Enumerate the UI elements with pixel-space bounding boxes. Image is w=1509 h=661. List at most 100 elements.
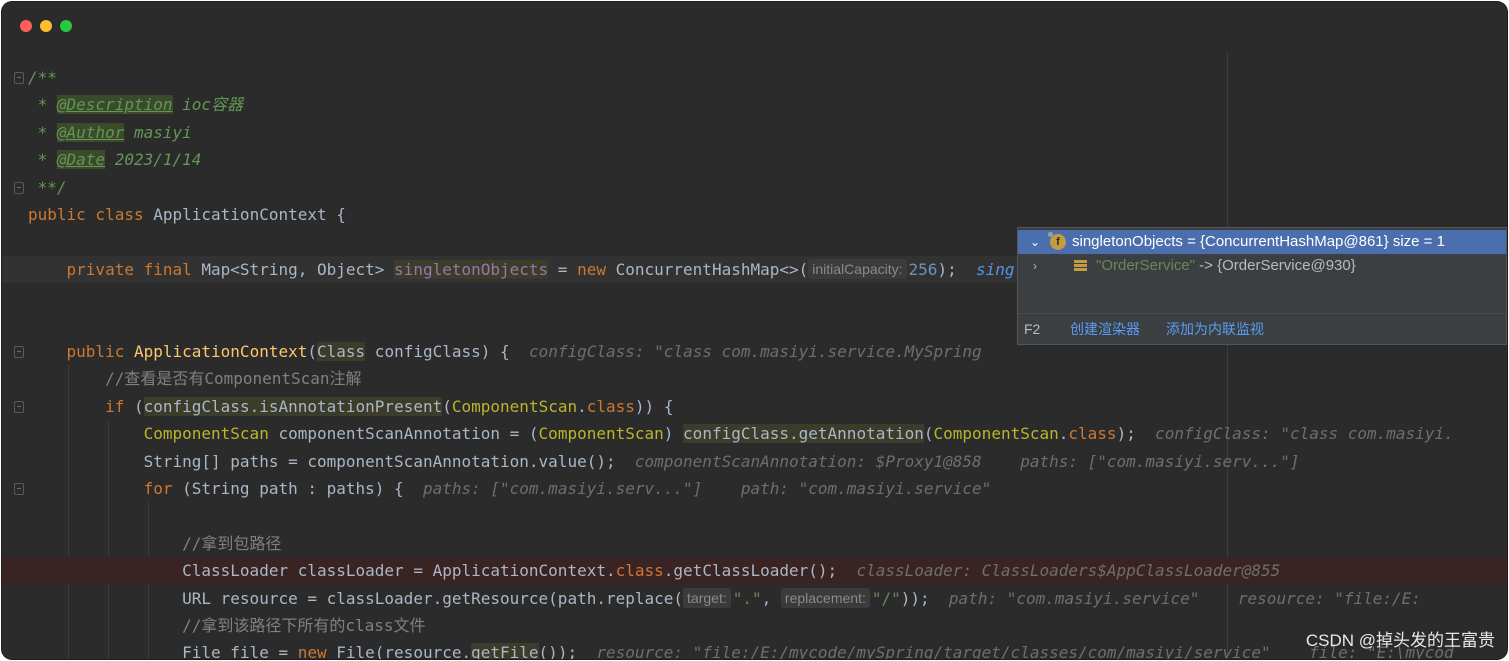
close-window-button[interactable] (20, 20, 32, 32)
code-token: /** (28, 68, 57, 87)
code-token: ApplicationContext { (153, 205, 346, 224)
code-token: public (28, 342, 134, 361)
code-token: ( (307, 342, 317, 361)
code-token: ConcurrentHashMap<>( (615, 259, 809, 279)
code-token: private final (28, 259, 202, 279)
code-token: , (761, 588, 781, 608)
code-text: * @Date 2023/1/14 (28, 146, 201, 173)
code-line[interactable]: * @Author masiyi (2, 119, 1507, 146)
tree-node-singleton-objects[interactable]: ⌄ f singletonObjects = {ConcurrentHashMa… (1018, 230, 1506, 254)
code-line[interactable]: String[] paths = componentScanAnnotation… (2, 448, 1507, 475)
code-line[interactable]: ClassLoader classLoader = ApplicationCon… (2, 557, 1507, 585)
inline-debug-value: componentScanAnnotation: $Proxy1@858 pat… (634, 451, 1300, 471)
code-token: new (297, 643, 337, 659)
code-token: getFile (471, 643, 539, 659)
fold-toggle-icon[interactable] (14, 400, 24, 413)
minimize-window-button[interactable] (40, 20, 52, 32)
code-line[interactable]: * @Description ioc容器 (2, 91, 1507, 118)
code-token: //拿到包路径 (28, 533, 282, 553)
code-token: ComponentScan (933, 424, 1059, 444)
add-inline-watch-link[interactable]: 添加为内联监视 (1166, 314, 1264, 344)
code-token: ApplicationContext (133, 342, 308, 361)
code-token: 2023/1/14 (105, 150, 202, 170)
tree-node-order-service[interactable]: › "OrderService" -> {OrderService@930} (1018, 254, 1506, 278)
code-line[interactable]: /** (2, 64, 1507, 91)
code-text: **/ (28, 174, 67, 201)
code-token: ( (442, 396, 452, 416)
code-token: Map<String, Object> (201, 259, 395, 279)
fold-toggle-icon[interactable] (14, 181, 24, 194)
code-line[interactable]: * @Date 2023/1/14 (2, 146, 1507, 173)
fold-toggle-icon[interactable] (14, 346, 24, 358)
fold-toggle-icon[interactable] (14, 72, 24, 84)
code-line[interactable]: ComponentScan componentScanAnnotation = … (2, 420, 1507, 447)
shortcut-hint: F2 (1024, 321, 1041, 337)
code-text: if (configClass.isAnnotationPresent(Comp… (28, 393, 673, 420)
code-token: configClass.getAnnotation (683, 424, 924, 444)
code-text: ClassLoader classLoader = ApplicationCon… (28, 557, 1280, 584)
code-token: @Description (56, 95, 173, 115)
code-token: )); (900, 588, 949, 608)
chevron-right-icon[interactable]: › (1028, 254, 1042, 278)
code-token: ComponentScan (451, 396, 578, 416)
code-text: for (String path : paths) { paths: ["com… (28, 475, 992, 502)
code-token: * (28, 150, 57, 170)
code-token: ( (133, 396, 144, 416)
code-token: new (577, 259, 616, 279)
chevron-down-icon[interactable]: ⌄ (1028, 230, 1042, 254)
inline-debug-value: paths: ["com.masiyi.serv..."] path: "com… (422, 479, 992, 498)
code-token: .getClassLoader(); (663, 561, 857, 581)
entry-value: -> {OrderService@930} (1195, 257, 1356, 274)
maximize-window-button[interactable] (60, 20, 72, 32)
code-line[interactable]: URL resource = classLoader.getResource(p… (2, 585, 1507, 612)
code-line[interactable]: //查看是否有ComponentScan注解 (2, 365, 1507, 392)
code-token: ()); (538, 643, 597, 659)
code-token: * (28, 95, 57, 115)
popup-footer: F2 创建渲染器 添加为内联监视 (1018, 313, 1506, 344)
code-line[interactable]: File file = new File(resource.getFile())… (2, 639, 1507, 659)
code-token: File file = (28, 643, 298, 659)
code-token: configClass.isAnnotationPresent (143, 396, 443, 416)
code-line[interactable]: //拿到该路径下所有的class文件 (2, 612, 1507, 639)
code-token: File(resource. (336, 643, 472, 659)
code-line[interactable]: **/ (2, 174, 1507, 201)
entry-key: "OrderService" (1096, 257, 1196, 274)
code-token: singletonObjects (394, 259, 549, 279)
code-text: ComponentScan componentScanAnnotation = … (28, 420, 1454, 447)
code-token: masiyi (133, 122, 192, 142)
code-token: **/ (28, 177, 67, 197)
code-editor[interactable]: /** * @Description ioc容器 * @Author masiy… (2, 52, 1507, 659)
title-bar (2, 2, 1507, 52)
code-token: @Author (56, 122, 125, 142)
code-text: //拿到该路径下所有的class文件 (28, 612, 425, 639)
code-token: "." (732, 588, 762, 608)
code-line[interactable] (2, 502, 1507, 529)
code-token: Class (317, 342, 366, 361)
debug-value-popup[interactable]: ⌄ f singletonObjects = {ConcurrentHashMa… (1017, 227, 1507, 345)
inline-debug-value: configClass: "class com.masiyi. (1155, 424, 1454, 444)
field-icon: f (1048, 232, 1066, 250)
fold-toggle-icon[interactable] (14, 483, 24, 495)
code-text: /** (28, 64, 57, 91)
code-token: ClassLoader classLoader = ApplicationCon… (28, 561, 616, 581)
inline-debug-value: path: "com.masiyi.service" resource: "fi… (948, 588, 1421, 608)
code-token: ); (1116, 424, 1156, 444)
code-token: = (548, 259, 578, 279)
code-token: public class (28, 205, 154, 224)
code-token: String[] paths = componentScanAnnotation… (28, 451, 635, 471)
tree-node-entry-label: "OrderService" -> {OrderService@930} (1096, 254, 1356, 278)
code-line[interactable]: //拿到包路径 (2, 530, 1507, 557)
create-renderer-link[interactable]: 创建渲染器 (1070, 314, 1140, 344)
watermark: CSDN @掉头发的王富贵 (1305, 631, 1495, 650)
inline-debug-value: configClass: "class com.masiyi.service.M… (528, 342, 982, 361)
code-token: ); (937, 259, 976, 279)
code-text: String[] paths = componentScanAnnotation… (28, 448, 1300, 475)
code-token: @Date (56, 150, 106, 170)
code-text: //查看是否有ComponentScan注解 (28, 365, 362, 392)
code-line[interactable]: if (configClass.isAnnotationPresent(Comp… (2, 393, 1507, 420)
code-line[interactable]: for (String path : paths) { paths: ["com… (2, 475, 1507, 502)
code-token: if (28, 396, 134, 416)
code-line[interactable]: public class ApplicationContext { (2, 201, 1507, 228)
